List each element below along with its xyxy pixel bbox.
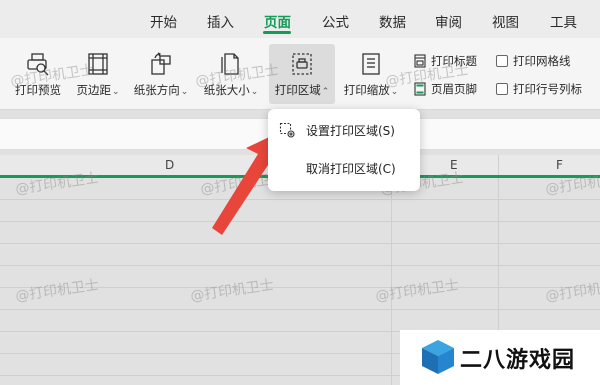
cancel-print-area-label: 取消打印区域(C) (306, 161, 396, 176)
cube-logo-icon (422, 340, 454, 374)
print-area-dropdown-menu: 设置打印区域(S) 取消打印区域(C) (268, 109, 420, 191)
set-print-area-icon (279, 122, 295, 138)
cancel-print-area-menu-item[interactable]: 取消打印区域(C) (268, 153, 420, 183)
red-pointer-arrow (212, 130, 284, 235)
set-print-area-menu-item[interactable]: 设置打印区域(S) (268, 115, 420, 145)
site-logo: 二八游戏园 (400, 330, 600, 385)
logo-text: 二八游戏园 (460, 348, 576, 373)
set-print-area-label: 设置打印区域(S) (306, 123, 395, 138)
